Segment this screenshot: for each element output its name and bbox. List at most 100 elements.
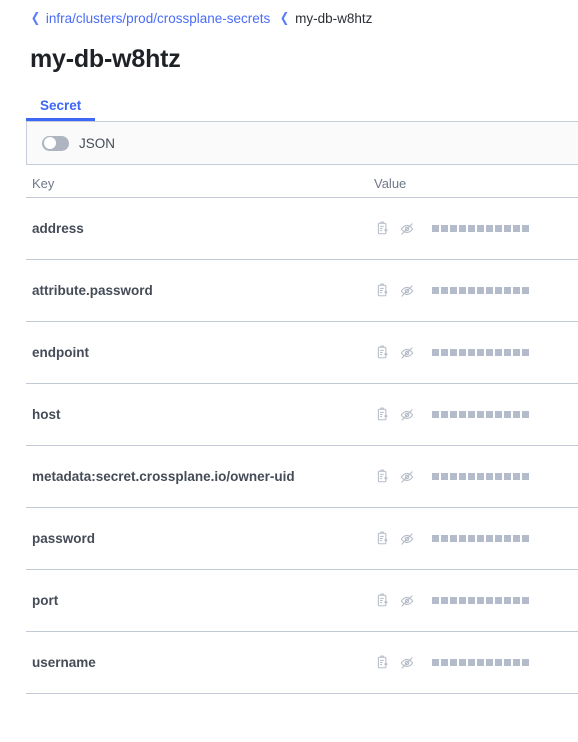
secret-table: Key Value address attribute.password endpo… (26, 165, 578, 694)
masked-value (432, 349, 529, 356)
tab-secret-label: Secret (40, 98, 82, 113)
page-title: my-db-w8htz (30, 45, 181, 73)
mask-block (450, 349, 457, 356)
mask-block (477, 349, 484, 356)
copy-clipboard-icon[interactable] (374, 468, 391, 485)
mask-block (459, 411, 466, 418)
table-row: password (26, 508, 578, 570)
masked-value (432, 597, 529, 604)
mask-block (495, 411, 502, 418)
table-row: username (26, 632, 578, 694)
mask-block (468, 473, 475, 480)
mask-block (513, 411, 520, 418)
mask-block (495, 225, 502, 232)
secret-value-cell (374, 220, 578, 237)
secret-value-cell (374, 406, 578, 423)
mask-block (495, 535, 502, 542)
masked-value (432, 535, 529, 542)
mask-block (495, 349, 502, 356)
mask-block (522, 411, 529, 418)
mask-block (468, 411, 475, 418)
copy-clipboard-icon[interactable] (374, 654, 391, 671)
eye-slash-icon[interactable] (398, 344, 415, 361)
mask-block (450, 473, 457, 480)
secret-key: endpoint (32, 345, 89, 360)
breadcrumb-parent-link[interactable]: infra/clusters/prod/crossplane-secrets (46, 10, 270, 28)
secret-value-cell (374, 344, 578, 361)
json-toggle-label: JSON (79, 135, 116, 151)
secret-value-cell (374, 282, 578, 299)
table-row: endpoint (26, 322, 578, 384)
tab-secret[interactable]: Secret (25, 98, 96, 121)
mask-block (504, 597, 511, 604)
mask-block (450, 535, 457, 542)
table-header-row: Key Value (26, 165, 578, 198)
eye-slash-icon[interactable] (398, 654, 415, 671)
mask-block (432, 411, 439, 418)
secret-value-cell (374, 468, 578, 485)
masked-value (432, 225, 529, 232)
mask-block (522, 473, 529, 480)
mask-block (432, 535, 439, 542)
mask-block (441, 535, 448, 542)
eye-slash-icon[interactable] (398, 220, 415, 237)
copy-clipboard-icon[interactable] (374, 220, 391, 237)
masked-value (432, 411, 529, 418)
eye-slash-icon[interactable] (398, 592, 415, 609)
mask-block (468, 597, 475, 604)
mask-block (513, 659, 520, 666)
table-row: host (26, 384, 578, 446)
copy-clipboard-icon[interactable] (374, 344, 391, 361)
mask-block (441, 473, 448, 480)
copy-clipboard-icon[interactable] (374, 592, 391, 609)
mask-block (486, 659, 493, 666)
mask-block (432, 659, 439, 666)
toolbar: JSON (26, 121, 578, 165)
column-header-key: Key (32, 176, 55, 191)
secret-key: username (32, 655, 96, 670)
json-toggle[interactable] (42, 135, 69, 151)
mask-block (459, 659, 466, 666)
mask-block (513, 473, 520, 480)
secret-value-cell (374, 530, 578, 547)
mask-block (477, 597, 484, 604)
mask-block (486, 349, 493, 356)
secret-key: password (32, 531, 96, 546)
mask-block (504, 411, 511, 418)
eye-slash-icon[interactable] (398, 282, 415, 299)
mask-block (504, 473, 511, 480)
mask-block (495, 659, 502, 666)
mask-block (522, 225, 529, 232)
mask-block (486, 225, 493, 232)
table-row: metadata:secret.crossplane.io/owner-uid (26, 446, 578, 508)
copy-clipboard-icon[interactable] (374, 406, 391, 423)
mask-block (450, 411, 457, 418)
mask-block (504, 349, 511, 356)
mask-block (459, 473, 466, 480)
table-body: address attribute.password endpoint host met… (26, 198, 578, 694)
secret-key: address (32, 221, 84, 236)
mask-block (477, 225, 484, 232)
mask-block (459, 349, 466, 356)
mask-block (477, 473, 484, 480)
secret-value-cell (374, 654, 578, 671)
eye-slash-icon[interactable] (398, 406, 415, 423)
table-row: attribute.password (26, 260, 578, 322)
copy-clipboard-icon[interactable] (374, 530, 391, 547)
secret-key: attribute.password (32, 283, 153, 298)
mask-block (441, 411, 448, 418)
mask-block (441, 597, 448, 604)
mask-block (468, 659, 475, 666)
eye-slash-icon[interactable] (398, 530, 415, 547)
mask-block (441, 349, 448, 356)
secret-key: port (32, 593, 59, 608)
mask-block (468, 349, 475, 356)
mask-block (432, 287, 439, 294)
mask-block (441, 225, 448, 232)
column-header-value: Value (374, 176, 407, 191)
eye-slash-icon[interactable] (398, 468, 415, 485)
copy-clipboard-icon[interactable] (374, 282, 391, 299)
mask-block (477, 535, 484, 542)
mask-block (513, 535, 520, 542)
mask-block (468, 287, 475, 294)
